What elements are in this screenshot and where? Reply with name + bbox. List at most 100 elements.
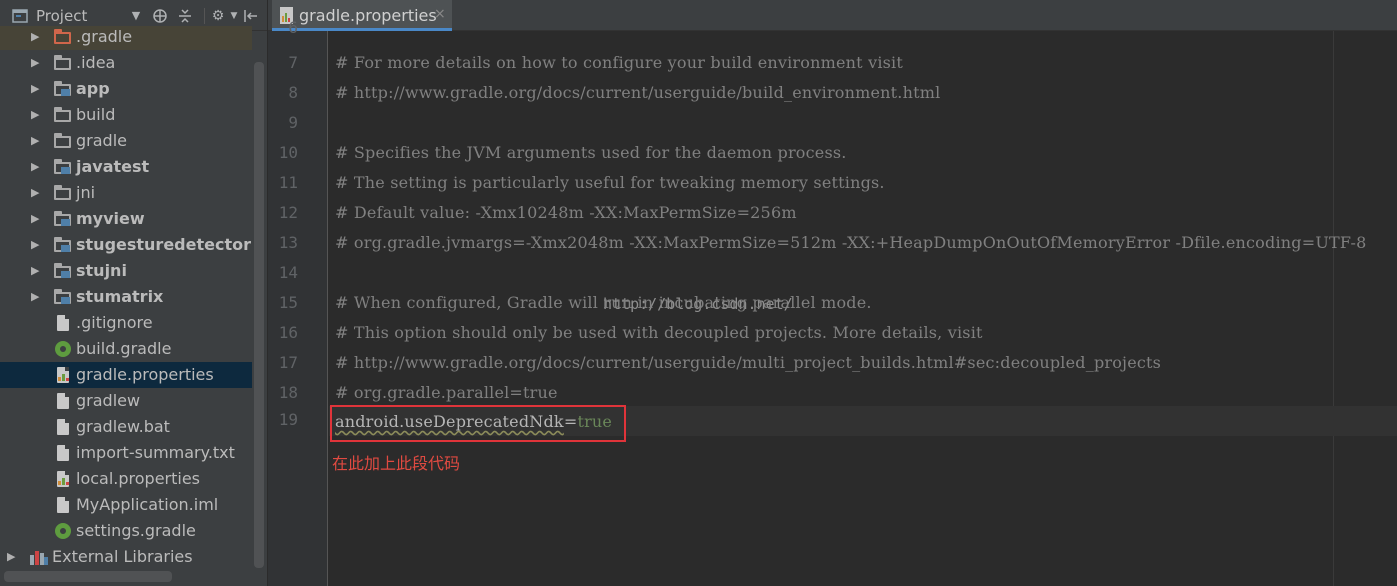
tree-item[interactable]: build.gradle: [0, 336, 252, 362]
code-line[interactable]: # org.gradle.jvmargs=-Xmx2048m -XX:MaxPe…: [335, 233, 1366, 252]
folder-icon: [54, 107, 72, 123]
code-line[interactable]: # When configured, Gradle will run in in…: [335, 293, 872, 312]
target-icon[interactable]: [152, 9, 168, 23]
code-line[interactable]: # For more details on how to configure y…: [335, 53, 903, 72]
code-line[interactable]: # org.gradle.parallel=true: [335, 383, 558, 402]
expand-arrow-icon[interactable]: ▶: [31, 50, 41, 76]
tree-item-label: gradle: [76, 131, 127, 150]
gear-dropdown-icon[interactable]: ▼: [226, 9, 242, 23]
tab-gradle-properties[interactable]: gradle.properties ×: [272, 0, 452, 31]
code-line[interactable]: # http://www.gradle.org/docs/current/use…: [335, 353, 1161, 372]
tree-item-label: local.properties: [76, 469, 201, 488]
folder-icon: [54, 185, 72, 201]
project-panel-title[interactable]: Project: [36, 7, 87, 25]
toolbar-divider: [204, 8, 205, 24]
expand-arrow-icon[interactable]: ▶: [31, 76, 41, 102]
tree-item[interactable]: MyApplication.iml: [0, 492, 252, 518]
expand-arrow-icon[interactable]: ▶: [31, 232, 41, 258]
expand-arrow-icon[interactable]: ▶: [7, 544, 17, 570]
tree-item[interactable]: ▶ .idea: [0, 50, 252, 76]
tree-item-label: build.gradle: [76, 339, 172, 358]
expand-arrow-icon[interactable]: ▶: [31, 102, 41, 128]
line-number: 13: [278, 233, 298, 252]
line-number: 8: [288, 83, 298, 102]
tree-item-label: .gradle: [76, 27, 133, 46]
dropdown-icon[interactable]: ▼: [128, 9, 144, 23]
tree-item[interactable]: gradlew.bat: [0, 414, 252, 440]
code-line[interactable]: # Specifies the JVM arguments used for t…: [335, 143, 847, 162]
libraries-icon: [30, 549, 48, 565]
tree-item[interactable]: ▶ myview: [0, 206, 252, 232]
expand-arrow-icon[interactable]: ▶: [31, 26, 41, 50]
line-number: 19: [278, 410, 298, 429]
horizontal-scrollbar[interactable]: [4, 571, 172, 582]
expand-arrow-icon[interactable]: ▶: [31, 206, 41, 232]
line-number: 12: [278, 203, 298, 222]
module-folder-icon: [54, 237, 72, 253]
module-folder-icon: [54, 81, 72, 97]
tree-item[interactable]: ▶ stugesturedetector: [0, 232, 252, 258]
tree-item-label: app: [76, 79, 110, 98]
properties-file-icon: [54, 367, 72, 383]
tree-item-label: gradlew: [76, 391, 141, 410]
line-number: 17: [278, 353, 298, 372]
tree-item-label: gradlew.bat: [76, 417, 170, 436]
tree-item-label: javatest: [76, 157, 150, 176]
hide-icon[interactable]: [243, 9, 259, 23]
expand-arrow-icon[interactable]: ▶: [31, 180, 41, 206]
code-line[interactable]: # Default value: -Xmx10248m -XX:MaxPermS…: [335, 203, 797, 222]
tree-item[interactable]: ▶ stumatrix: [0, 284, 252, 310]
annotation-note: 在此加上此段代码: [332, 454, 461, 473]
line-number: 11: [278, 173, 298, 192]
expand-arrow-icon[interactable]: ▶: [31, 128, 41, 154]
line-number: 18: [278, 383, 298, 402]
file-icon: [54, 393, 72, 409]
gear-icon[interactable]: ⚙: [210, 9, 226, 23]
module-folder-icon: [54, 211, 72, 227]
tree-item[interactable]: import-summary.txt: [0, 440, 252, 466]
expand-arrow-icon[interactable]: ▶: [31, 284, 41, 310]
tree-item[interactable]: ▶ javatest: [0, 154, 252, 180]
tree-item[interactable]: .gitignore: [0, 310, 252, 336]
tree-item[interactable]: gradle.properties: [0, 362, 252, 388]
code-line[interactable]: # The setting is particularly useful for…: [335, 173, 885, 192]
collapse-all-icon[interactable]: [177, 9, 193, 23]
vertical-scrollbar[interactable]: [254, 62, 264, 568]
tree-item-label: build: [76, 105, 116, 124]
line-number: 15: [278, 293, 298, 312]
tree-item[interactable]: ▶ stujni: [0, 258, 252, 284]
module-folder-icon: [54, 289, 72, 305]
close-icon[interactable]: ×: [434, 6, 446, 22]
folder-icon: [54, 29, 72, 45]
properties-file-icon: [54, 471, 72, 487]
file-icon: [54, 419, 72, 435]
folder-icon: [54, 55, 72, 71]
code-line[interactable]: # http://www.gradle.org/docs/current/use…: [335, 83, 940, 102]
expand-arrow-icon[interactable]: ▶: [31, 258, 41, 284]
tree-item-label: stugesturedetector: [76, 235, 251, 254]
tree-item-label: settings.gradle: [76, 521, 196, 540]
tree-item-label: stumatrix: [76, 287, 164, 306]
tree-item-label: MyApplication.iml: [76, 495, 219, 514]
file-icon: [54, 315, 72, 331]
tree-item[interactable]: ▶ gradle: [0, 128, 252, 154]
tree-item-label: External Libraries: [52, 547, 193, 566]
line-number: 14: [278, 263, 298, 282]
tree-item[interactable]: ▶ .gradle: [0, 26, 252, 50]
folder-icon: [54, 133, 72, 149]
tree-item[interactable]: ▶ jni: [0, 180, 252, 206]
line-number: 9: [288, 113, 298, 132]
line-number: 10: [278, 143, 298, 162]
tree-item[interactable]: settings.gradle: [0, 518, 252, 544]
tree-item[interactable]: gradlew: [0, 388, 252, 414]
tree-item[interactable]: local.properties: [0, 466, 252, 492]
tree-item[interactable]: ▶ External Libraries: [0, 544, 252, 570]
tree-item[interactable]: ▶ build: [0, 102, 252, 128]
project-panel: Project ▼ ⚙ ▼ ▶ .gradle ▶ .idea ▶ app ▶ build ▶ g…: [0, 0, 268, 586]
expand-arrow-icon[interactable]: ▶: [31, 154, 41, 180]
file-icon: [54, 497, 72, 513]
tree-item-label: .idea: [76, 53, 116, 72]
project-view-icon: [12, 9, 28, 23]
tree-item[interactable]: ▶ app: [0, 76, 252, 102]
code-line[interactable]: # This option should only be used with d…: [335, 323, 983, 342]
